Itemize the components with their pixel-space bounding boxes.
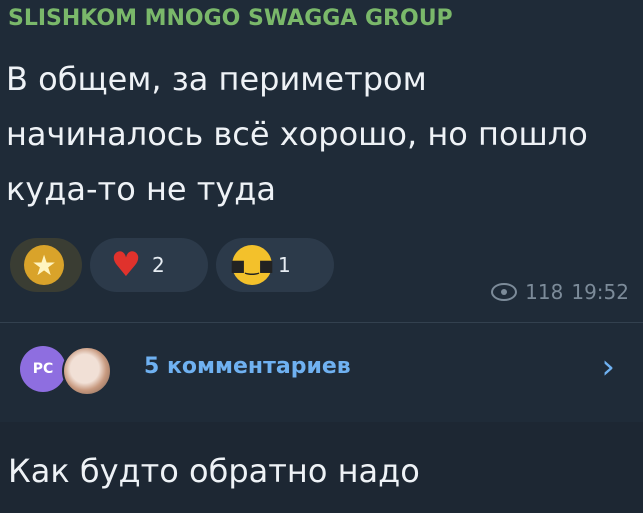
reaction-heart-on-fire[interactable]: ♥ 2: [90, 238, 208, 292]
chevron-right-icon: ›: [601, 347, 615, 387]
smiling-face-with-sunglasses-icon: ■‿■: [230, 245, 274, 285]
sender-name[interactable]: SLISHKOM MNOGO SWAGGA GROUP: [8, 6, 453, 31]
chat-view: SLISHKOM MNOGO SWAGGA GROUP В общем, за …: [0, 0, 643, 513]
reaction-star[interactable]: ★: [10, 238, 82, 292]
avatar-photo: [62, 346, 112, 396]
eye-icon: [491, 283, 518, 301]
comments-button[interactable]: PC 5 комментариев ›: [0, 332, 643, 412]
message-meta: 118 19:52: [491, 280, 629, 304]
heart-on-fire-icon: ♥: [110, 245, 142, 285]
channel-post[interactable]: SLISHKOM MNOGO SWAGGA GROUP В общем, за …: [0, 0, 643, 422]
message-text: В общем, за периметром начиналось всё хо…: [6, 60, 588, 208]
reaction-sunglasses[interactable]: ■‿■ 1: [216, 238, 334, 292]
reaction-count: 1: [278, 253, 291, 277]
next-message-text: Как будто обратно надо: [8, 452, 420, 490]
comments-count-label: 5 комментариев: [144, 354, 351, 379]
reaction-count: 2: [152, 253, 165, 277]
view-count: 118: [525, 280, 564, 304]
star-icon: ★: [24, 245, 64, 285]
timestamp: 19:52: [571, 280, 629, 304]
divider: [0, 322, 643, 323]
avatar: PC: [20, 346, 66, 392]
